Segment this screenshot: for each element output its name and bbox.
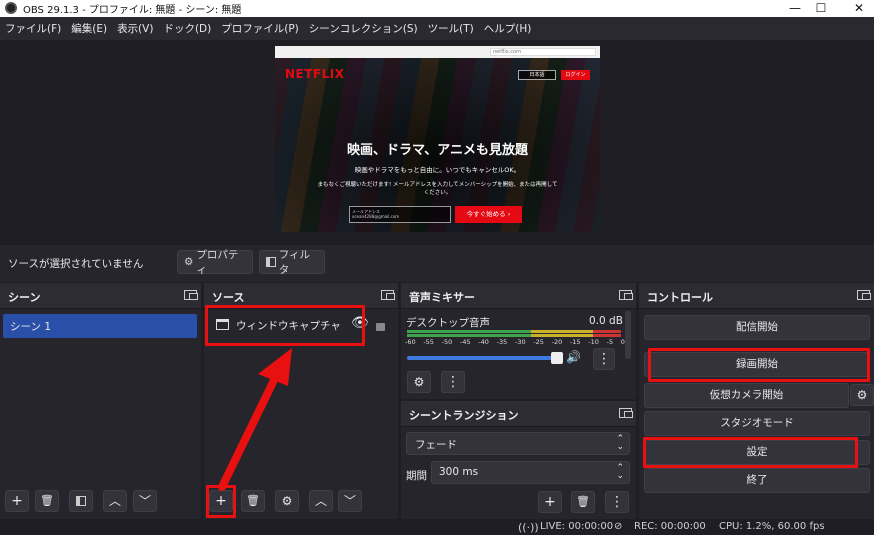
- get-started-button: 今すぐ始める ›: [455, 206, 522, 223]
- controls-dock: コントロール 配信開始 録画開始 仮想カメラ開始 ⚙ スタジオモード 設定 終了: [639, 283, 874, 519]
- remove-transition-trash-icon[interactable]: 🗑: [571, 491, 595, 513]
- language-select: 日本語: [518, 70, 556, 80]
- volume-slider-handle[interactable]: [551, 352, 563, 364]
- browser-url: netflix.com: [490, 48, 596, 56]
- source-item-label: ウィンドウキャプチャ: [236, 320, 341, 332]
- channel-name: デスクトップ音声: [406, 317, 490, 329]
- window-icon: [216, 319, 229, 330]
- undock-icon[interactable]: [619, 408, 633, 418]
- email-value: ocean4288@gmail.com: [352, 214, 400, 219]
- move-up-chevron-icon[interactable]: ︿: [309, 490, 333, 512]
- speaker-icon[interactable]: 🔊: [566, 350, 581, 364]
- remove-scene-trash-icon[interactable]: 🗑: [35, 490, 59, 512]
- exit-button[interactable]: 終了: [644, 468, 870, 493]
- channel-level: 0.0 dB: [589, 315, 623, 327]
- start-virtual-camera-button[interactable]: 仮想カメラ開始: [644, 383, 849, 408]
- volume-slider[interactable]: [407, 352, 563, 364]
- audio-settings-gear-icon[interactable]: ⚙: [407, 371, 431, 393]
- controls-title: コントロール: [647, 291, 713, 304]
- start-streaming-button[interactable]: 配信開始: [644, 315, 870, 340]
- filter-icon: [266, 257, 276, 267]
- filters-button[interactable]: フィルタ: [259, 249, 325, 276]
- spin-chevron-icon[interactable]: ⌃ ⌄: [616, 464, 624, 481]
- meter-ticks: -60 -55 -50 -45 -40 -35 -30 -25 -20 -15 -10 -5 0: [405, 338, 625, 346]
- mixer-title: 音声ミキサー: [409, 291, 475, 304]
- visibility-eye-icon[interactable]: 👁: [351, 315, 369, 331]
- mixer-dots-icon[interactable]: ⋮: [441, 371, 465, 393]
- signup-prompt: まもなくご視聴いただけます! メールアドレスを入力してメンバーシップを開始、また…: [317, 182, 558, 196]
- transition-select[interactable]: フェード ⌃ ⌄: [406, 432, 630, 455]
- scene-transitions-dock: シーントランジション フェード ⌃ ⌄ 期間 300 ms ⌃ ⌄ + 🗑 ⋮: [401, 401, 636, 519]
- properties-label: プロパティ: [196, 249, 239, 276]
- menu-profile[interactable]: プロファイル(P): [221, 21, 299, 36]
- gear-icon: ⚙: [184, 256, 194, 268]
- netflix-logo: NETFLIX: [285, 67, 345, 81]
- menu-file[interactable]: ファイル(F): [5, 21, 61, 36]
- obs-logo-icon: [5, 2, 17, 14]
- mixer-menu-dots-icon[interactable]: ⋮: [593, 348, 615, 370]
- rec-disabled-icon: ⊘: [614, 521, 623, 532]
- studio-mode-button[interactable]: スタジオモード: [644, 411, 870, 436]
- rec-status: REC: 00:00:00: [634, 521, 706, 532]
- menu-view[interactable]: 表示(V): [117, 21, 153, 36]
- live-status: LIVE: 00:00:00: [540, 521, 614, 532]
- transitions-title: シーントランジション: [409, 409, 519, 422]
- undock-icon[interactable]: [619, 290, 633, 300]
- menu-tools[interactable]: ツール(T): [428, 21, 474, 36]
- duration-label: 期間: [406, 470, 427, 482]
- sources-title: ソース: [212, 291, 245, 304]
- volume-meter: [407, 330, 621, 337]
- move-up-chevron-icon[interactable]: ︿: [103, 490, 127, 512]
- menu-edit[interactable]: 編集(E): [71, 21, 107, 36]
- move-down-chevron-icon[interactable]: ﹀: [338, 490, 362, 512]
- live-broadcast-icon: ((·)): [518, 521, 539, 534]
- headline: 映画、ドラマ、アニメも見放題: [346, 143, 529, 158]
- move-down-chevron-icon[interactable]: ﹀: [133, 490, 157, 512]
- undock-icon[interactable]: [184, 290, 198, 300]
- title-bar: OBS 29.1.3 - プロファイル: 無題 - シーン: 無題 — ☐ ✕: [0, 0, 874, 17]
- source-toolbar: ソースが選択されていません ⚙ プロパティ フィルタ: [0, 245, 874, 282]
- transition-dots-icon[interactable]: ⋮: [605, 491, 629, 513]
- properties-button[interactable]: ⚙ プロパティ: [177, 249, 253, 276]
- undock-icon[interactable]: [381, 290, 395, 300]
- menu-bar: ファイル(F) 編集(E) 表示(V) ドック(D) プロファイル(P) シーン…: [0, 17, 874, 40]
- no-source-selected-label: ソースが選択されていません: [8, 258, 144, 270]
- preview-capture: netflix.com NETFLIX 日本語 ログイン 映画、ドラマ、アニメも…: [275, 46, 600, 232]
- source-item[interactable]: ウィンドウキャプチャ 👁: [208, 312, 394, 340]
- scene-item[interactable]: シーン 1: [3, 314, 197, 338]
- add-scene-button[interactable]: +: [5, 490, 29, 512]
- duration-value: 300 ms: [439, 466, 479, 478]
- cpu-status: CPU: 1.2%, 60.00 fps: [719, 521, 825, 532]
- close-button[interactable]: ✕: [844, 0, 874, 17]
- window-title: OBS 29.1.3 - プロファイル: 無題 - シーン: 無題: [23, 5, 242, 16]
- menu-scene-collection[interactable]: シーンコレクション(S): [309, 21, 418, 36]
- scenes-title: シーン: [8, 291, 41, 304]
- updown-chevron-icon: ⌃ ⌄: [616, 434, 624, 452]
- menu-docks[interactable]: ドック(D): [163, 21, 211, 36]
- mixer-scrollbar[interactable]: [625, 311, 631, 359]
- login-button: ログイン: [561, 70, 590, 80]
- add-transition-button[interactable]: +: [538, 491, 562, 513]
- lock-icon[interactable]: [376, 323, 385, 331]
- annotation-arrow: [218, 348, 292, 491]
- audio-mixer-dock: 音声ミキサー デスクトップ音声 0.0 dB -60 -55 -50 -45 -40 -3…: [401, 283, 636, 399]
- settings-button[interactable]: 設定: [644, 440, 870, 465]
- undock-icon[interactable]: [857, 290, 871, 300]
- virtual-camera-gear-icon[interactable]: ⚙: [850, 384, 874, 406]
- filter-icon: [76, 496, 86, 506]
- filters-label: フィルタ: [278, 249, 310, 276]
- duration-input[interactable]: 300 ms ⌃ ⌄: [431, 461, 630, 484]
- maximize-button[interactable]: ☐: [806, 0, 836, 17]
- volume-slider-fill: [407, 356, 558, 360]
- status-bar: ((·)) LIVE: 00:00:00 ⊘ REC: 00:00:00 CPU…: [0, 519, 874, 535]
- scenes-dock: シーン シーン 1 + 🗑 ︿ ﹀: [0, 283, 201, 519]
- scene-filters-button[interactable]: [69, 490, 93, 512]
- menu-help[interactable]: ヘルプ(H): [484, 21, 532, 36]
- transition-type: フェード: [415, 439, 457, 451]
- subheadline: 映画やドラマをもっと自由に。いつでもキャンセルOK。: [354, 166, 521, 174]
- start-recording-button[interactable]: 録画開始: [644, 352, 870, 377]
- email-field: メールアドレス ocean4288@gmail.com: [349, 206, 451, 223]
